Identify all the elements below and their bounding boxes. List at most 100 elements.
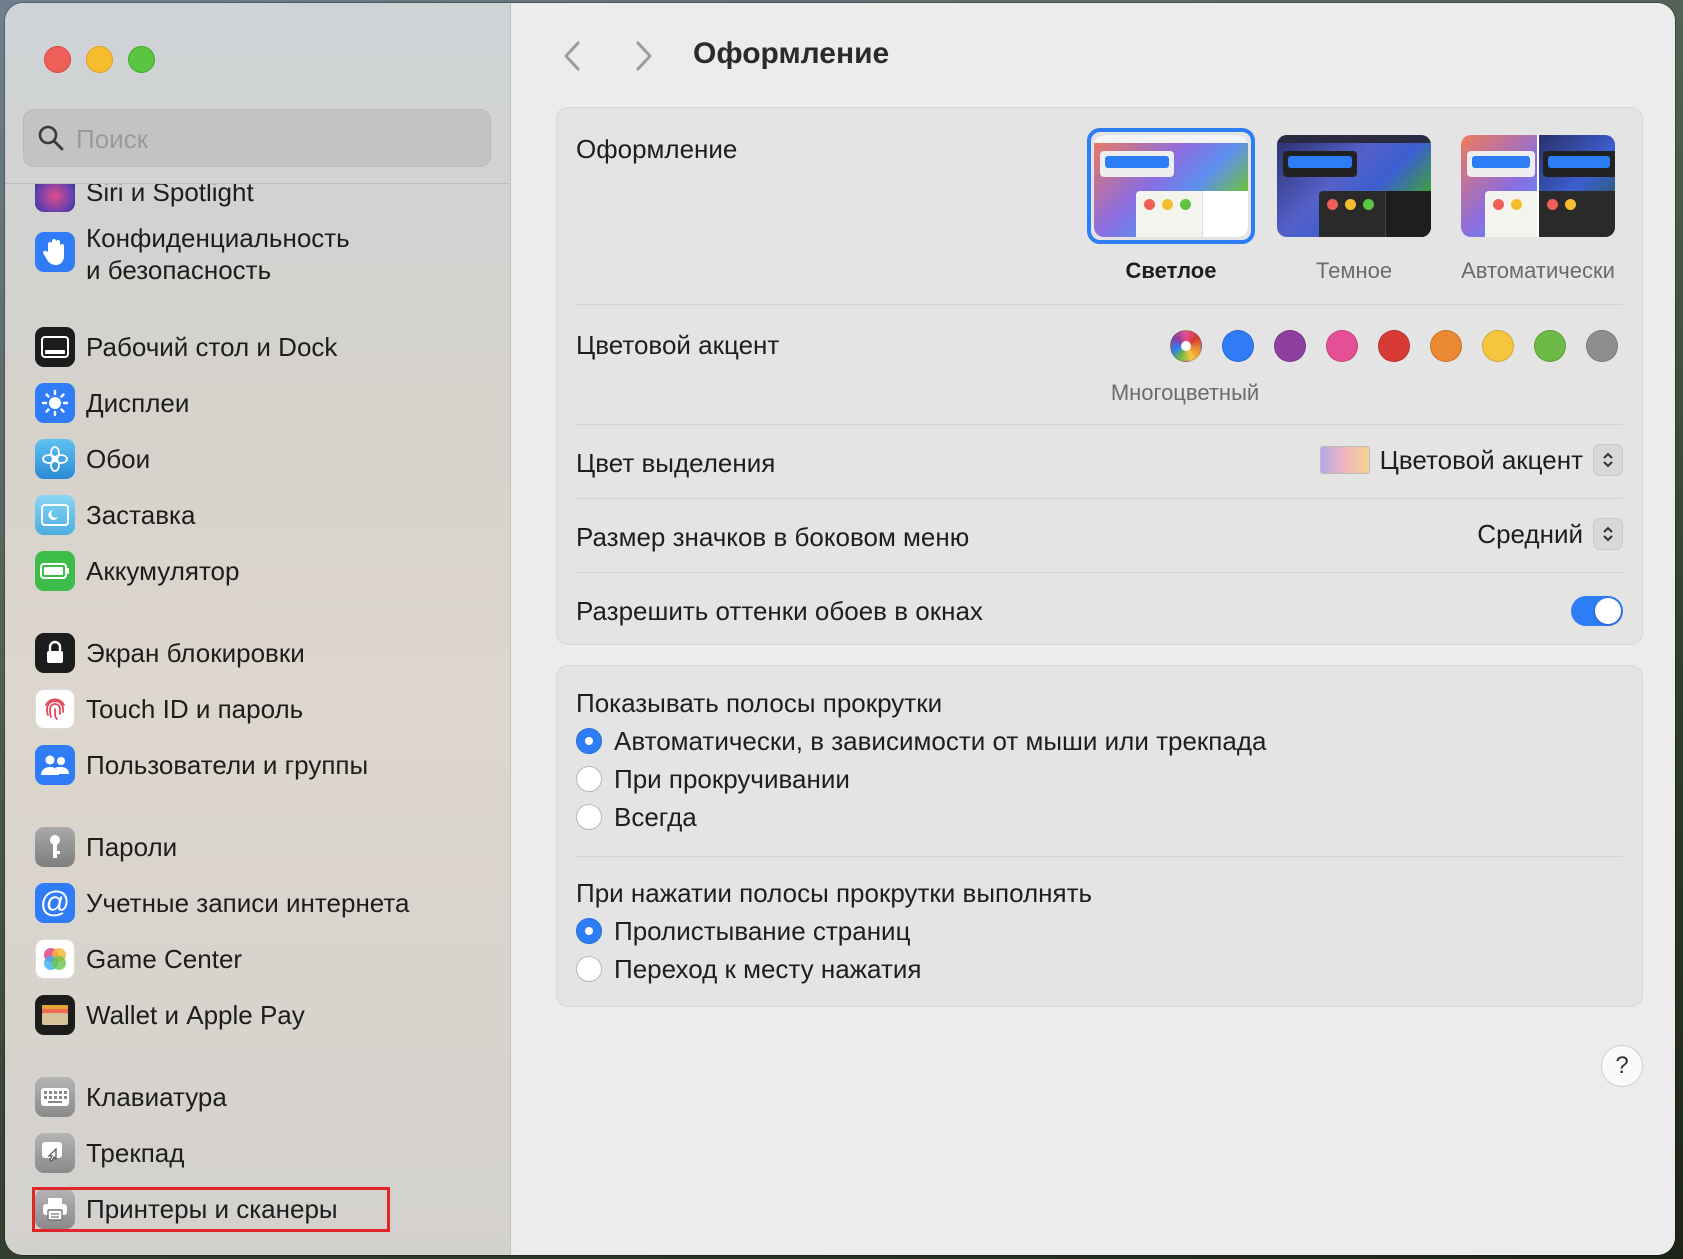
accent-swatch-blue[interactable] (1222, 330, 1254, 362)
accent-swatch-graphite[interactable] (1586, 330, 1618, 362)
highlight-value: Цветовой акцент (1379, 444, 1583, 475)
lock-icon (35, 633, 75, 673)
sidebar-item-label: Заставка (86, 500, 196, 530)
search-input[interactable] (74, 118, 478, 160)
sidebar-item-label: Рабочий стол и Dock (86, 332, 338, 362)
forward-button[interactable] (628, 39, 658, 73)
sidebar-list: Siri и Spotlight Конфиденциальность и бе… (5, 184, 510, 1255)
sidebar-item-label: Touch ID и пароль (86, 694, 304, 724)
sidebar-item-passwords[interactable]: Пароли (35, 821, 177, 873)
help-button[interactable]: ? (1601, 1045, 1643, 1087)
wallpaper-tinting-toggle[interactable] (1571, 596, 1623, 626)
accent-swatch-purple[interactable] (1274, 330, 1306, 362)
sidebar-item-wallpaper[interactable]: Обои (35, 433, 150, 485)
sun-icon (35, 383, 75, 423)
sidebar-item-label: Экран блокировки (86, 638, 305, 668)
radio-label: Всегда (614, 802, 697, 832)
radio-button[interactable] (576, 956, 602, 982)
highlight-color-preview (1319, 446, 1370, 474)
sidebar-item-label: Конфиденциальность и безопасность (86, 223, 350, 285)
main-pane: Оформление Оформление Светлое Темное Авт… (511, 3, 1675, 1255)
sidebar-item-label: Аккумулятор (86, 556, 240, 586)
sidebar-item-label: Дисплеи (86, 388, 190, 418)
radio-button[interactable] (576, 918, 602, 944)
sidebar-item-battery[interactable]: Аккумулятор (35, 545, 239, 597)
radio-button[interactable] (576, 766, 602, 792)
trackpad-icon (35, 1133, 75, 1173)
flower-icon (35, 439, 75, 479)
appearance-option-label: Автоматически (1461, 258, 1615, 283)
accent-swatch-red[interactable] (1378, 330, 1410, 362)
sidebar-item-siri[interactable]: Siri и Spotlight (35, 184, 254, 218)
fingerprint-icon (35, 689, 75, 729)
sidebar-item-label: Учетные записи интернета (86, 888, 410, 918)
highlight-annotation (32, 1187, 390, 1232)
game-center-icon (35, 939, 75, 979)
zoom-button[interactable] (128, 46, 155, 73)
sidebar-item-trackpad[interactable]: Трекпад (35, 1127, 184, 1179)
siri-icon (35, 184, 75, 212)
dock-icon (35, 327, 75, 367)
accent-swatch-yellow[interactable] (1482, 330, 1514, 362)
back-button[interactable] (558, 39, 588, 73)
chevron-updown-icon (1593, 444, 1623, 476)
sidebar-item-desktop-dock[interactable]: Рабочий стол и Dock (35, 321, 337, 373)
sidebar-icon-size-value: Средний (1477, 518, 1583, 549)
sidebar-icon-size-popup[interactable]: Средний (1477, 518, 1623, 550)
auto-preview (1461, 135, 1615, 237)
appearance-option-label: Темное (1315, 258, 1393, 283)
sidebar-item-label: Game Center (86, 944, 243, 974)
sidebar-item-label: Трекпад (86, 1138, 185, 1168)
window-controls (44, 46, 155, 73)
settings-window: Siri и Spotlight Конфиденциальность и бе… (5, 3, 1675, 1255)
sidebar-item-label: Клавиатура (86, 1082, 227, 1112)
row-divider (576, 304, 1623, 305)
sidebar-item-keyboard[interactable]: Клавиатура (35, 1071, 227, 1123)
minimize-button[interactable] (86, 46, 113, 73)
highlight-popup[interactable]: Цветовой акцент (1319, 444, 1623, 476)
sidebar-item-users-groups[interactable]: Пользователи и группы (35, 739, 368, 791)
hand-icon (35, 232, 75, 272)
sidebar-item-game-center[interactable]: Game Center (35, 933, 242, 985)
sidebar-item-label: Пользователи и группы (86, 750, 369, 780)
dark-preview (1277, 135, 1431, 237)
appearance-label: Оформление (576, 134, 738, 164)
light-preview (1094, 135, 1248, 237)
sidebar: Siri и Spotlight Конфиденциальность и бе… (5, 3, 511, 1255)
radio-label: При прокручивании (614, 764, 850, 794)
search-field[interactable] (23, 109, 491, 167)
sidebar-item-displays[interactable]: Дисплеи (35, 377, 189, 429)
close-button[interactable] (44, 46, 71, 73)
accent-swatch-orange[interactable] (1430, 330, 1462, 362)
scrollbars-panel: Показывать полосы прокрутки Автоматическ… (556, 665, 1643, 1007)
sidebar-item-label: Wallet и Apple Pay (86, 1000, 305, 1030)
key-icon (35, 827, 75, 867)
click-scrollbar-label: При нажатии полосы прокрутки выполнять (576, 878, 1093, 908)
sidebar-item-internet-accounts[interactable]: @ Учетные записи интернета (35, 877, 409, 929)
accent-swatch-multicolor[interactable] (1170, 330, 1202, 362)
radio-label: Пролистывание страниц (614, 916, 911, 946)
sidebar-item-wallet[interactable]: Wallet и Apple Pay (35, 989, 305, 1041)
screensaver-icon (35, 495, 75, 535)
accent-swatch-pink[interactable] (1326, 330, 1358, 362)
sidebar-item-lock-screen[interactable]: Экран блокировки (35, 627, 305, 679)
radio-button[interactable] (576, 804, 602, 830)
appearance-panel: Оформление Светлое Темное Автоматически … (556, 107, 1643, 645)
radio-label: Автоматически, в зависимости от мыши или… (614, 726, 1267, 756)
row-divider (576, 856, 1623, 857)
accent-label: Цветовой акцент (576, 330, 780, 360)
sidebar-item-privacy[interactable]: Конфиденциальность и безопасность (35, 222, 350, 294)
highlight-label: Цвет выделения (576, 448, 776, 478)
sidebar-item-label: Обои (86, 444, 151, 474)
row-divider (576, 572, 1623, 573)
sidebar-item-touch-id[interactable]: Touch ID и пароль (35, 683, 303, 735)
at-icon: @ (35, 883, 75, 923)
wallet-icon (35, 995, 75, 1035)
sidebar-item-screensaver[interactable]: Заставка (35, 489, 195, 541)
row-divider (576, 498, 1623, 499)
wallpaper-tinting-label: Разрешить оттенки обоев в окнах (576, 596, 983, 626)
accent-swatch-green[interactable] (1534, 330, 1566, 362)
radio-button[interactable] (576, 728, 602, 754)
accent-selected-name: Многоцветный (1110, 380, 1260, 405)
appearance-option-label: Светлое (1125, 258, 1217, 283)
